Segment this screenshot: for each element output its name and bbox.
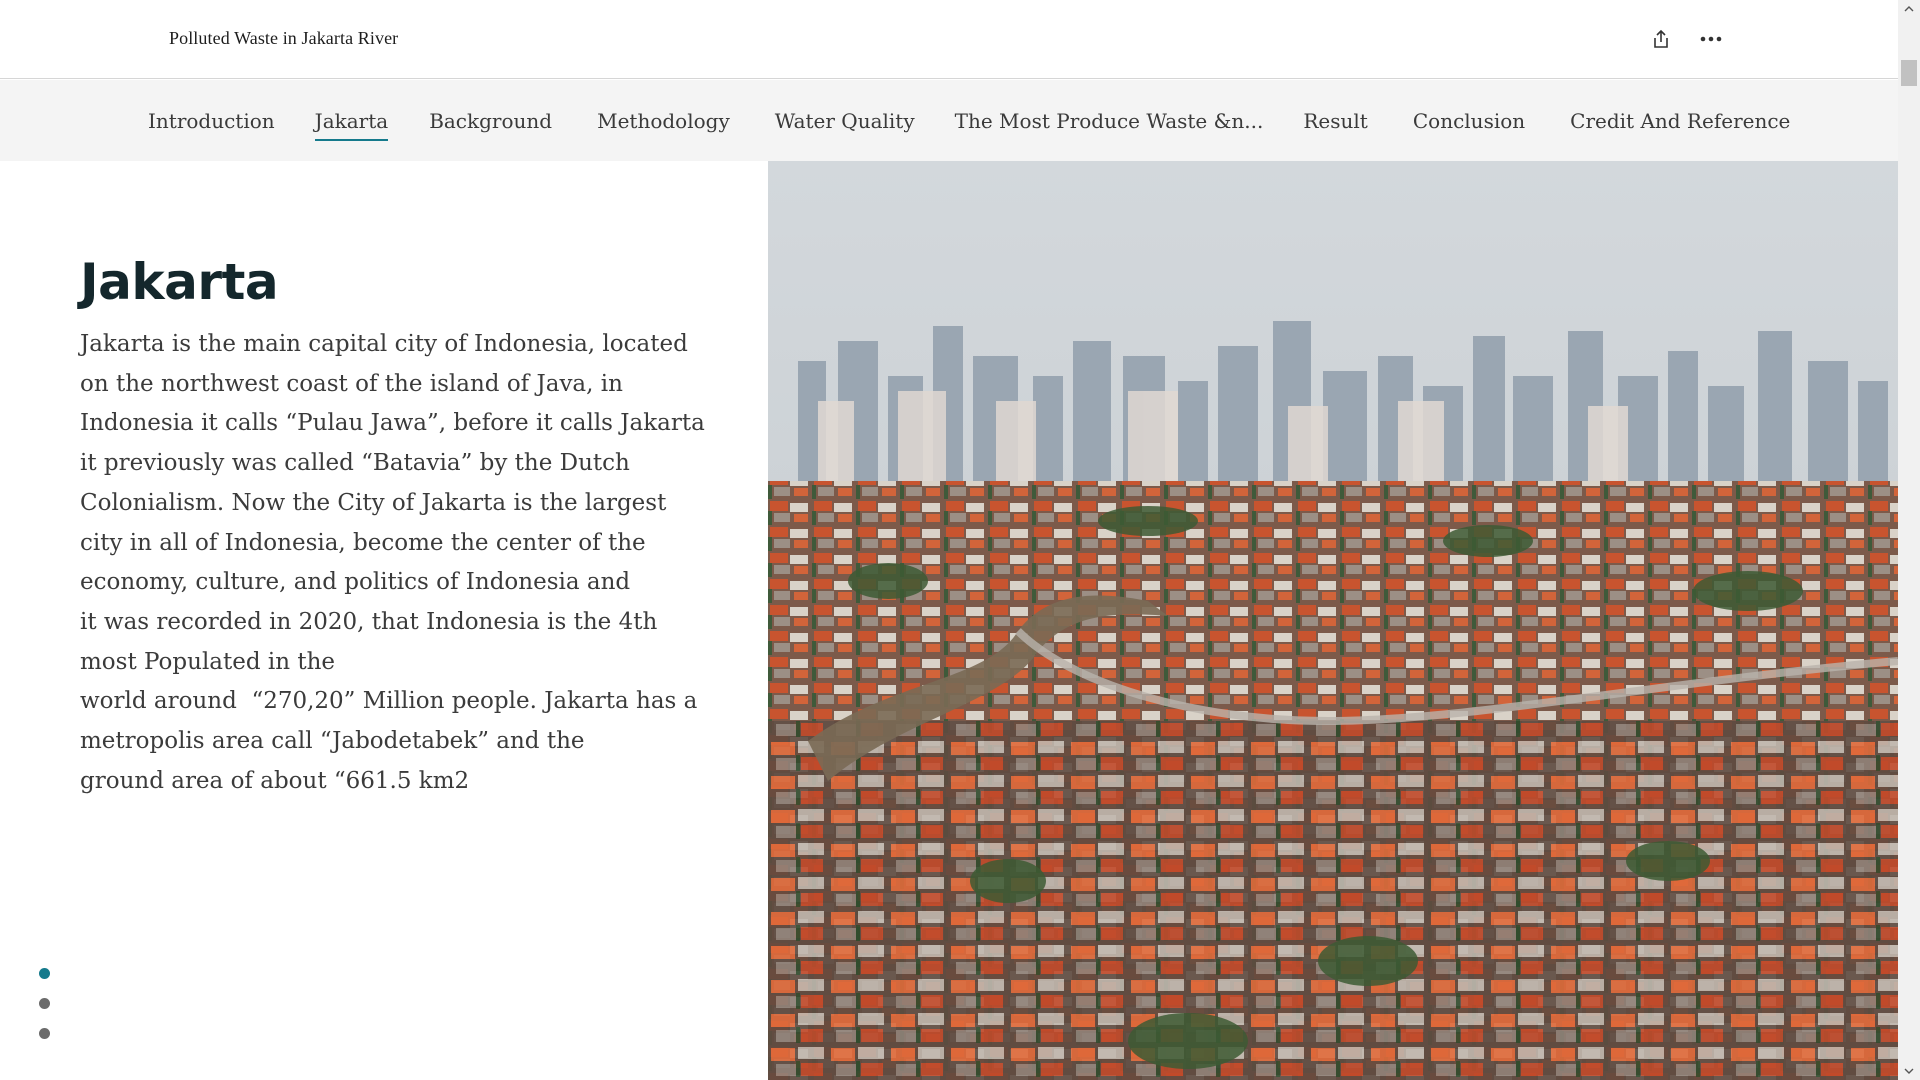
- body-line: city in all of Indonesia, become the cen…: [80, 529, 646, 556]
- share-icon: [1654, 29, 1668, 48]
- story-header: Polluted Waste in Jakarta River: [0, 0, 1898, 79]
- more-options-button[interactable]: [1694, 22, 1728, 56]
- nav-item-credit-and-reference[interactable]: Credit And Reference: [1570, 101, 1790, 141]
- body-line: on the northwest coast of the island of …: [80, 370, 623, 397]
- body-line: it was recorded in 2020, that Indonesia …: [80, 608, 658, 635]
- pager-dot-3[interactable]: [39, 1028, 50, 1039]
- body-line: ground area of about “661.5 km2: [80, 767, 470, 794]
- more-horizontal-icon: [1700, 36, 1722, 42]
- section-body: Jakarta is the main capital city of Indo…: [80, 325, 705, 801]
- pager-dot-2[interactable]: [39, 998, 50, 1009]
- section-nav: Introduction Jakarta Background Methodol…: [0, 80, 1898, 161]
- section-text-panel: Jakarta Jakarta is the main capital city…: [0, 161, 768, 1080]
- jakarta-cityscape-image: [768, 161, 1898, 1080]
- page-scrollbar[interactable]: [1898, 0, 1920, 1080]
- body-line: Jakarta is the main capital city of Indo…: [80, 331, 688, 357]
- pager-dot-1[interactable]: [39, 968, 50, 979]
- body-line: most Populated in the: [80, 648, 336, 675]
- slide-pager: [39, 968, 50, 1058]
- body-line: metropolis area call “Jabodetabek” and t…: [80, 728, 585, 755]
- nav-item-background[interactable]: Background: [429, 101, 552, 141]
- scroll-up-button[interactable]: [1898, 0, 1920, 18]
- section-heading: Jakarta: [80, 253, 279, 311]
- chevron-down-icon: [1904, 1068, 1914, 1074]
- body-line: economy, culture, and politics of Indone…: [80, 569, 631, 596]
- chevron-up-icon: [1904, 6, 1914, 12]
- nav-item-most-produce-waste[interactable]: The Most Produce Waste &n...: [955, 101, 1264, 141]
- nav-item-introduction[interactable]: Introduction: [148, 101, 275, 141]
- scroll-down-button[interactable]: [1898, 1062, 1920, 1080]
- body-line: world around “270,20” Million people. Ja…: [80, 688, 698, 715]
- body-line: Colonialism. Now the City of Jakarta is …: [80, 489, 667, 516]
- nav-item-conclusion[interactable]: Conclusion: [1413, 101, 1525, 141]
- story-title: Polluted Waste in Jakarta River: [169, 28, 399, 48]
- nav-item-water-quality[interactable]: Water Quality: [775, 101, 915, 141]
- scrollbar-thumb[interactable]: [1901, 60, 1917, 86]
- nav-item-result[interactable]: Result: [1303, 101, 1367, 141]
- cityscape-illustration: [768, 161, 1898, 1080]
- share-button[interactable]: [1644, 22, 1678, 56]
- body-line: Indonesia it calls “Pulau Jawa”, before …: [80, 410, 705, 437]
- nav-item-jakarta[interactable]: Jakarta: [314, 101, 388, 141]
- nav-item-methodology[interactable]: Methodology: [597, 101, 730, 141]
- body-line: it previously was called “Batavia” by th…: [80, 450, 630, 477]
